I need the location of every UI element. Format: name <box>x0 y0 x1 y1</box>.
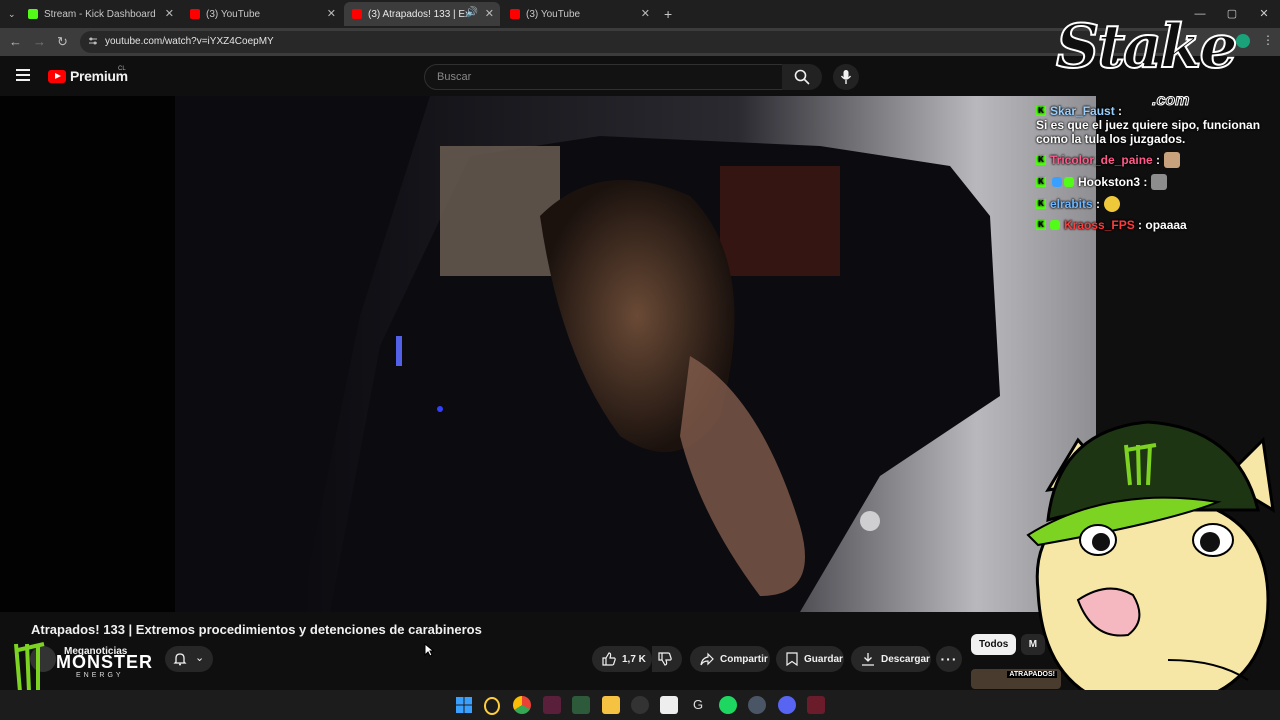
close-tab-icon[interactable]: ✕ <box>485 7 494 20</box>
search-button[interactable] <box>782 64 822 90</box>
gift-badge-icon <box>1050 220 1060 230</box>
dislike-button[interactable] <box>652 646 682 672</box>
hamburger-menu-icon[interactable] <box>16 69 30 81</box>
close-tab-icon[interactable]: ✕ <box>327 7 336 20</box>
like-button[interactable]: 1,7 K <box>592 646 652 672</box>
forward-arrow-icon[interactable]: → <box>33 34 46 49</box>
thumbs-up-icon <box>602 652 616 666</box>
tab-kick-dashboard[interactable]: Stream - Kick Dashboard ✕ <box>20 2 180 26</box>
chrome-icon[interactable] <box>513 696 531 714</box>
spotify-icon[interactable] <box>719 696 737 714</box>
file-explorer-icon[interactable] <box>602 696 620 714</box>
app-icon[interactable] <box>543 696 561 714</box>
app-g-icon[interactable]: G <box>689 696 707 714</box>
microphone-icon <box>840 70 852 84</box>
back-arrow-icon[interactable]: ← <box>9 34 22 49</box>
search-input[interactable] <box>435 70 739 84</box>
video-player[interactable] <box>0 96 1096 612</box>
video-title: Atrapados! 133 | Extremos procedimientos… <box>31 622 482 637</box>
kick-icon <box>28 9 38 19</box>
chat-message: K Skar_Faust : Si es que el juez quiere … <box>1036 104 1261 146</box>
obs-icon[interactable] <box>631 696 649 714</box>
tab-youtube-1[interactable]: (3) YouTube ✕ <box>182 2 342 26</box>
kick-badge-icon: K <box>1036 199 1046 209</box>
chip-todos[interactable]: Todos <box>971 634 1017 655</box>
bell-icon <box>173 653 187 666</box>
voice-search-button[interactable] <box>833 64 859 90</box>
stake-logo: Stake .com <box>1055 11 1239 110</box>
bookmark-icon <box>786 652 798 666</box>
chat-message: K elrabits : <box>1036 196 1280 212</box>
discord-icon[interactable] <box>778 696 796 714</box>
site-info-icon[interactable] <box>88 36 98 46</box>
chevron-down-icon: ⌄ <box>8 8 16 19</box>
download-icon <box>862 653 874 666</box>
mouse-cursor-icon <box>424 643 434 657</box>
download-button[interactable]: Descargar <box>851 646 931 672</box>
url-text: youtube.com/watch?v=iYXZ4CoepMY <box>105 36 274 47</box>
stream-chat-overlay: K Skar_Faust : Si es que el juez quiere … <box>1036 104 1280 244</box>
pen-app-icon[interactable] <box>572 696 590 714</box>
chat-message: K Tricolor_de_paine : <box>1036 152 1280 168</box>
subscriber-badge-icon <box>1052 177 1062 187</box>
kick-badge-icon: K <box>1036 220 1046 230</box>
thumbs-down-icon <box>658 652 672 666</box>
video-frame <box>0 96 1096 612</box>
youtube-icon <box>510 9 520 19</box>
more-horizontal-icon: ··· <box>940 651 958 667</box>
kick-badge-icon: K <box>1036 155 1046 165</box>
chevron-down-icon: ⌄ <box>195 652 205 664</box>
monster-claw-icon <box>14 642 45 693</box>
gift-badge-icon <box>1064 177 1074 187</box>
cat-mascot-overlay <box>1026 420 1275 712</box>
close-tab-icon[interactable]: ✕ <box>641 7 650 20</box>
audio-playing-icon[interactable]: 🔊 <box>466 7 478 18</box>
monster-energy-logo: MONSTER ENERGY <box>10 640 152 696</box>
windows-taskbar: G <box>0 690 1280 720</box>
tab-youtube-video[interactable]: (3) Atrapados! 133 | Extrem 🔊 ✕ <box>344 2 500 26</box>
capcut-icon[interactable] <box>660 696 678 714</box>
chat-message: K Kraoss_FPS : opaaaa <box>1036 218 1280 232</box>
cat-emote-icon <box>1164 152 1181 168</box>
youtube-play-icon <box>48 69 66 83</box>
opera-icon[interactable] <box>484 697 500 715</box>
kick-badge-icon: K <box>1036 106 1046 116</box>
share-icon <box>700 652 714 666</box>
kebab-menu-icon[interactable]: ⋮ <box>1262 33 1274 47</box>
chat-message: K Hookston3 : <box>1036 174 1280 190</box>
smile-emote-icon <box>1104 196 1121 212</box>
tab-youtube-2[interactable]: (3) YouTube ✕ <box>502 2 656 26</box>
youtube-icon <box>190 9 200 19</box>
notification-bell-button[interactable]: ⌄ <box>165 646 213 672</box>
app-red-icon[interactable] <box>807 696 825 714</box>
steam-icon[interactable] <box>748 696 766 714</box>
save-button[interactable]: Guardar <box>776 646 844 672</box>
youtube-logo[interactable]: Premium CL <box>48 66 128 84</box>
youtube-icon <box>352 9 362 19</box>
reload-icon[interactable]: ↻ <box>57 34 68 50</box>
search-box <box>424 64 784 90</box>
share-button[interactable]: Compartir <box>690 646 770 672</box>
windows-start-icon[interactable] <box>455 696 473 714</box>
kick-badge-icon: K <box>1036 177 1046 187</box>
tab-search-menu[interactable]: ⌄ <box>4 2 20 26</box>
new-tab-button[interactable]: + <box>664 2 678 26</box>
more-actions-button[interactable]: ··· <box>936 646 962 672</box>
search-icon <box>794 69 810 85</box>
close-tab-icon[interactable]: ✕ <box>165 7 174 20</box>
address-bar[interactable]: youtube.com/watch?v=iYXZ4CoepMY <box>80 31 1180 53</box>
cat-emote-icon <box>1151 174 1168 190</box>
